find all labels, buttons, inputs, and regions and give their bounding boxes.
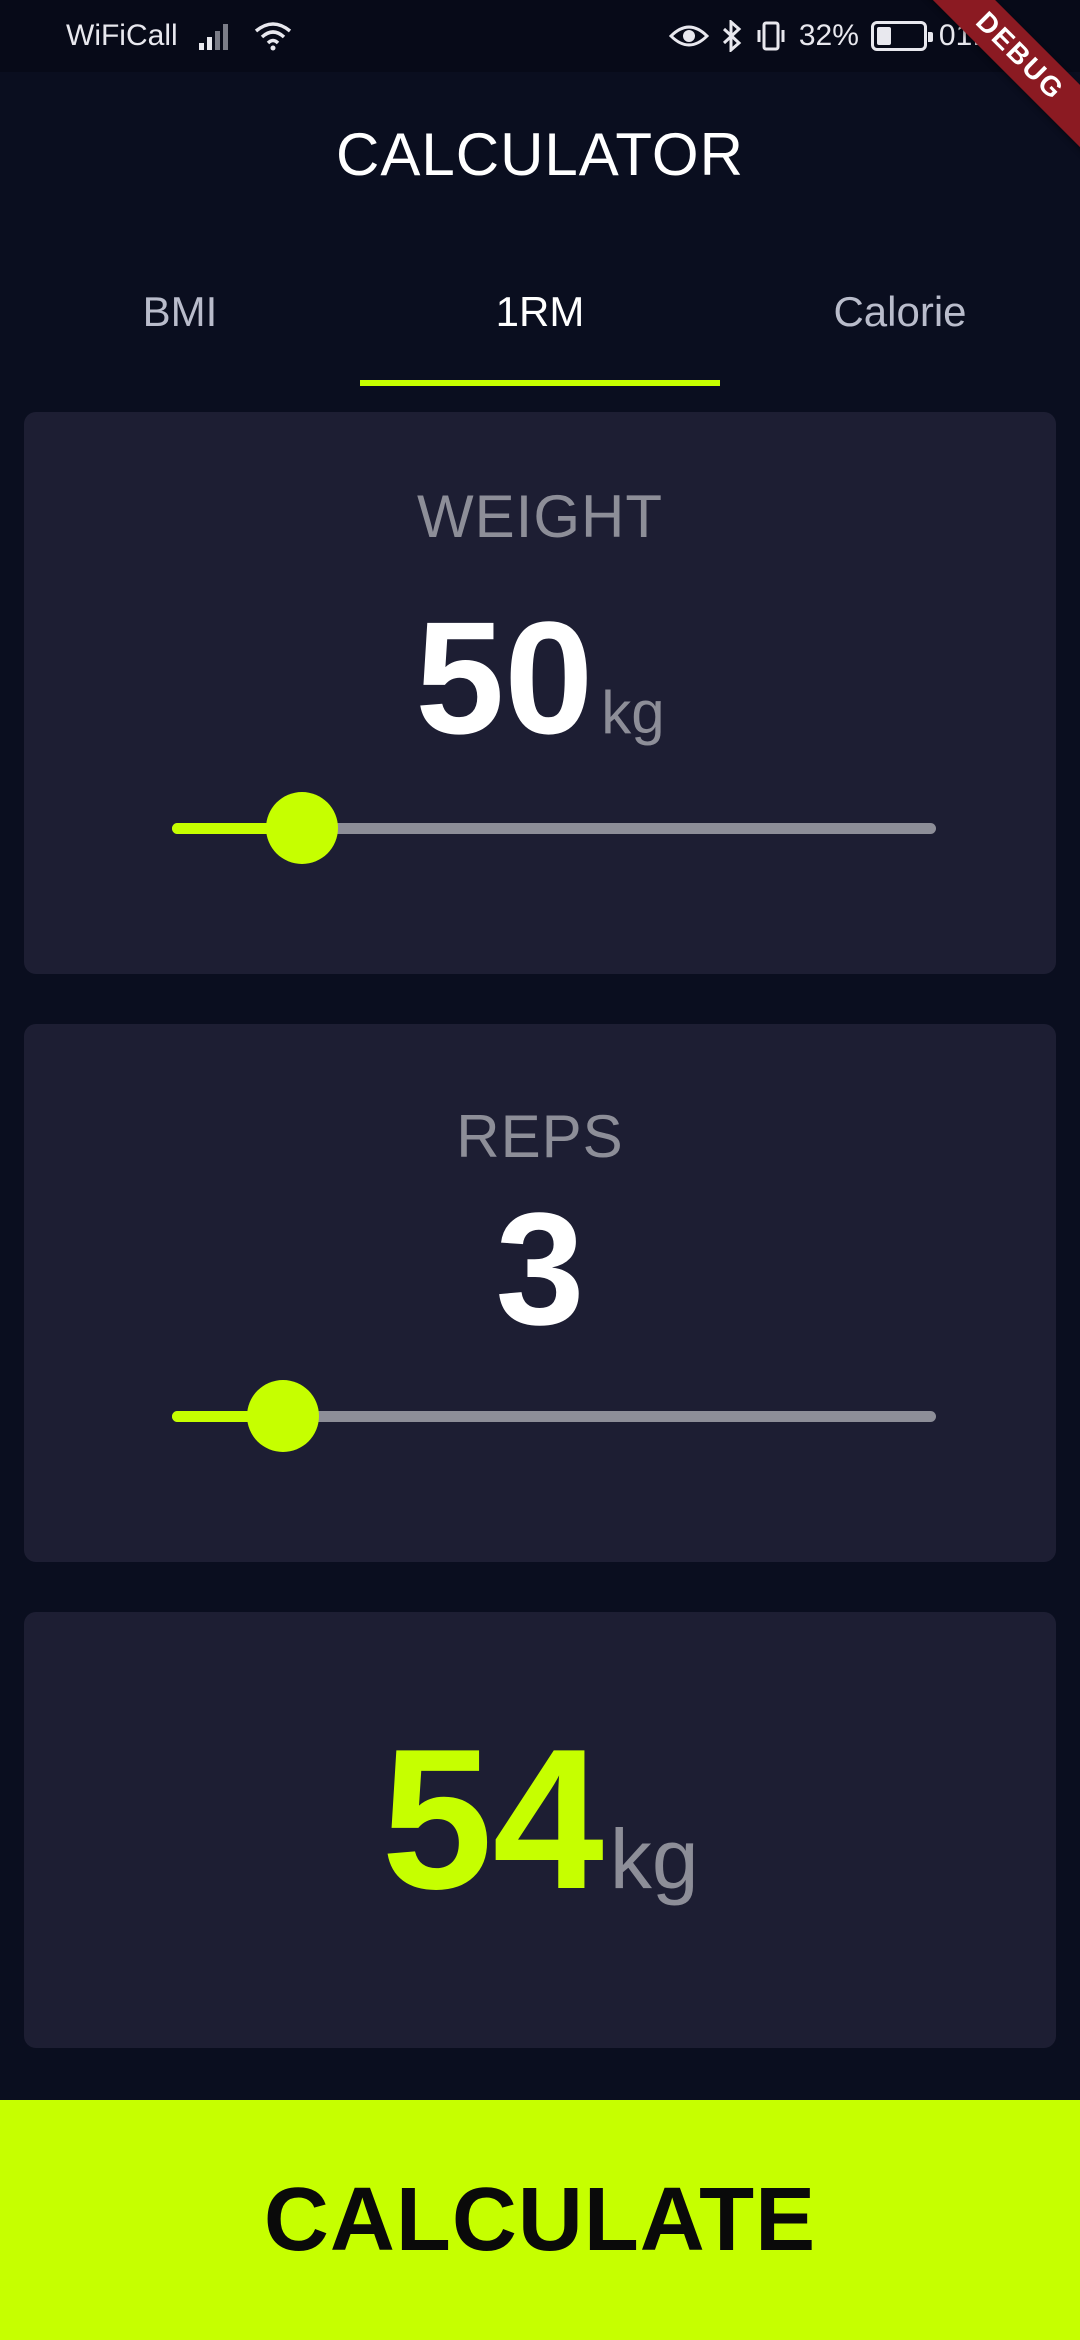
battery-icon <box>870 21 933 51</box>
app-screen: WiFiCall 32% DEBUG CALCULATOR BMI 1RM Ca… <box>0 0 1080 2340</box>
reps-value: 3 <box>495 1179 585 1358</box>
reps-slider-thumb[interactable] <box>246 1380 319 1452</box>
result-value-row: 54 kg <box>24 1720 1056 1920</box>
tab-bar: BMI 1RM Calorie <box>0 270 1080 390</box>
reps-value-row: 3 <box>24 1189 1056 1349</box>
active-tab-indicator <box>360 380 720 386</box>
reps-card: REPS 3 <box>24 1024 1056 1562</box>
wifi-icon <box>254 21 292 51</box>
weight-slider-thumb[interactable] <box>265 792 338 864</box>
battery-percent: 32% <box>798 19 859 52</box>
eye-icon <box>668 22 709 50</box>
calculate-button[interactable]: CALCULATE <box>0 2100 1080 2340</box>
weight-label: WEIGHT <box>417 483 663 550</box>
carrier-label: WiFiCall <box>66 19 178 52</box>
status-bar: WiFiCall 32% <box>0 0 1080 72</box>
reps-label: REPS <box>456 1103 624 1170</box>
weight-card: WEIGHT 50 kg <box>24 412 1056 974</box>
tab-1rm[interactable]: 1RM <box>360 270 720 354</box>
tab-calorie[interactable]: Calorie <box>720 270 1080 354</box>
weight-unit: kg <box>601 679 665 746</box>
vibrate-icon <box>755 20 787 52</box>
battery-fill <box>876 27 891 45</box>
result-card: 54 kg <box>24 1612 1056 2048</box>
weight-value: 50 <box>415 588 594 767</box>
result-unit: kg <box>609 1812 699 1906</box>
weight-slider[interactable] <box>172 792 936 864</box>
result-value: 54 <box>381 1708 604 1931</box>
page-title: CALCULATOR <box>336 121 744 188</box>
bluetooth-icon <box>721 20 743 52</box>
tab-bmi[interactable]: BMI <box>0 270 360 354</box>
reps-slider[interactable] <box>172 1380 936 1452</box>
weight-value-row: 50 kg <box>24 598 1056 758</box>
status-left: WiFiCall <box>66 19 292 53</box>
signal-bars-icon <box>198 21 234 51</box>
